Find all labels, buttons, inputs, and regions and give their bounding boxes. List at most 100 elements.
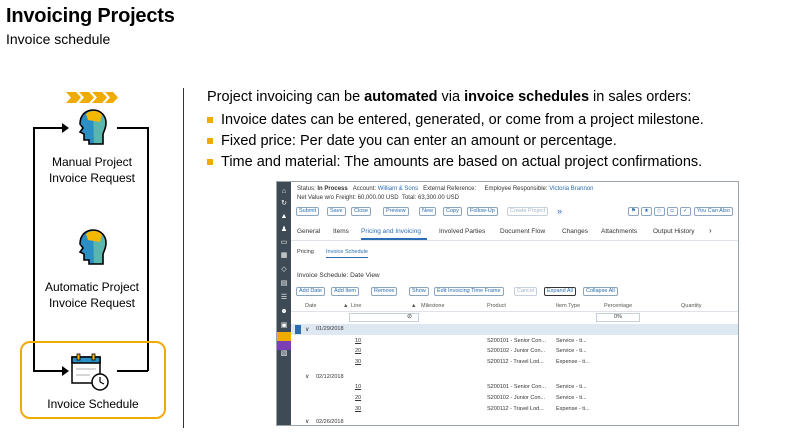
- col-percentage[interactable]: Percentage: [604, 303, 632, 309]
- product-cell: S200101 - Senior Con...: [487, 384, 547, 390]
- tag-icon[interactable]: ◇: [280, 266, 288, 274]
- col-product[interactable]: Product: [487, 303, 506, 309]
- tab-changes[interactable]: Changes: [562, 228, 588, 235]
- check-icon[interactable]: ✓: [680, 207, 691, 216]
- sales-order-screenshot: ⌂ ↻ ▲ ♟ ▭ ▦ ◇ ▤ ☰ ☻ ▣ ▧ Status: In Proce…: [276, 181, 739, 426]
- chevron-down-icon[interactable]: ∨: [305, 326, 309, 333]
- flow-connector: [33, 127, 63, 129]
- active-subtab-indicator: [326, 257, 368, 258]
- tab-output-history[interactable]: Output History: [653, 228, 695, 235]
- col-quantity[interactable]: Quantity: [681, 303, 701, 309]
- tag-icon[interactable]: ◇: [654, 207, 665, 216]
- col-line[interactable]: Line: [351, 303, 361, 309]
- link-icon[interactable]: ⊘: [407, 313, 412, 320]
- percentage-filter-input[interactable]: 0%: [596, 313, 640, 322]
- table-group-row[interactable]: ∨ 01/29/2018: [291, 324, 738, 335]
- bullet-item: Fixed price: Per date you can enter an a…: [207, 130, 704, 151]
- line-link[interactable]: 20: [355, 395, 361, 401]
- remove-button[interactable]: Remove: [371, 287, 398, 296]
- product-cell: S200101 - Senior Con...: [487, 338, 547, 344]
- line-link[interactable]: 30: [355, 406, 361, 412]
- expand-all-button[interactable]: Expand All: [544, 287, 576, 296]
- header-values-line: Net Value w/o Freight: 60,000.00 USD Tot…: [297, 195, 460, 201]
- col-date[interactable]: Date: [305, 303, 317, 309]
- process-chevron-icon: [66, 92, 118, 103]
- star-icon[interactable]: ★: [641, 207, 652, 216]
- header-status-line: Status: In Process Account: William & So…: [297, 186, 594, 192]
- group-date: 02/12/2018: [316, 374, 344, 380]
- cancel-button[interactable]: Cancel: [514, 287, 538, 296]
- tab-attachments[interactable]: Attachments: [601, 228, 637, 235]
- chevron-down-icon[interactable]: ∨: [305, 373, 309, 380]
- list-icon[interactable]: ☰: [280, 294, 288, 302]
- chart-icon[interactable]: ▲: [280, 213, 288, 221]
- tab-involved-parties[interactable]: Involved Parties: [439, 228, 485, 235]
- tabs-overflow-icon[interactable]: ›: [709, 226, 712, 235]
- edit-time-frame-button[interactable]: Edit Invoicing Time Frame: [434, 287, 504, 296]
- product-cell: S200102 - Junior Con...: [487, 348, 546, 354]
- building-icon[interactable]: ▦: [280, 252, 288, 260]
- col-milestone[interactable]: Milestone: [421, 303, 445, 309]
- nav-highlight: [277, 341, 291, 350]
- item-type-cell: Expense - ti...: [556, 406, 590, 412]
- subtab-pricing[interactable]: Pricing: [297, 249, 314, 255]
- group-date: 01/29/2018: [316, 326, 344, 332]
- link-icon[interactable]: ⊂: [667, 207, 678, 216]
- person-icon: [78, 229, 107, 265]
- header-divider: [291, 311, 738, 312]
- line-link[interactable]: 20: [355, 348, 361, 354]
- line-link[interactable]: 30: [355, 359, 361, 365]
- save-button[interactable]: Save: [327, 207, 346, 216]
- people-icon[interactable]: ♟: [280, 226, 288, 234]
- tab-items[interactable]: Items: [333, 228, 349, 235]
- flow-connector: [117, 127, 148, 129]
- bullet-icon: [207, 158, 213, 165]
- chevron-down-icon[interactable]: ∨: [305, 418, 309, 425]
- item-type-cell: Service - ti...: [556, 348, 587, 354]
- invoice-schedule-label: Invoice Schedule: [47, 397, 139, 411]
- calendar-icon[interactable]: ▣: [280, 322, 288, 330]
- home-icon[interactable]: ⌂: [280, 188, 288, 196]
- submit-button[interactable]: Submit: [296, 207, 320, 216]
- follow-up-button[interactable]: Follow-Up: [467, 207, 498, 216]
- new-button[interactable]: New: [419, 207, 437, 216]
- flow-connector: [147, 127, 149, 371]
- person-icon: [78, 109, 107, 145]
- add-item-button[interactable]: Add Item: [331, 287, 360, 296]
- slide-title: Invoicing Projects: [6, 5, 175, 27]
- report-icon[interactable]: ▧: [280, 350, 288, 358]
- col-sort-icon[interactable]: ▲: [411, 303, 416, 309]
- create-project-button[interactable]: Create Project: [507, 207, 549, 216]
- folder-icon[interactable]: ▤: [280, 280, 288, 288]
- selected-row-marker: [295, 325, 301, 334]
- bullet-icon: [207, 116, 213, 123]
- col-item-type[interactable]: Item Type: [556, 303, 580, 309]
- col-sort-icon[interactable]: ▲: [343, 303, 348, 309]
- line-link[interactable]: 10: [355, 338, 361, 344]
- group-icon[interactable]: ☻: [280, 308, 288, 316]
- bullet-icon: [207, 137, 213, 144]
- more-actions-icon[interactable]: »: [557, 206, 562, 216]
- subtab-invoice-schedule[interactable]: Invoice Schedule: [326, 249, 368, 255]
- intro-text: Project invoicing can be automated via i…: [207, 89, 692, 105]
- preview-button[interactable]: Preview: [383, 207, 409, 216]
- collapse-all-button[interactable]: Collapse All: [583, 287, 618, 296]
- flow-connector: [33, 127, 35, 371]
- document-icon[interactable]: ▭: [280, 239, 288, 247]
- copy-button[interactable]: Copy: [443, 207, 462, 216]
- show-button[interactable]: Show: [409, 287, 429, 296]
- automatic-invoice-request-label: Automatic Project Invoice Request: [44, 280, 140, 310]
- you-can-also-button[interactable]: You Can Also: [694, 207, 733, 216]
- flag-icon[interactable]: ⚑: [628, 207, 639, 216]
- line-link[interactable]: 10: [355, 384, 361, 390]
- product-cell: S200102 - Junior Con...: [487, 395, 546, 401]
- add-date-button[interactable]: Add Date: [296, 287, 325, 296]
- tab-document-flow[interactable]: Document Flow: [500, 228, 545, 235]
- item-type-cell: Service - ti...: [556, 395, 587, 401]
- tab-pricing-invoicing[interactable]: Pricing and Invoicing: [361, 228, 421, 235]
- bullet-item: Invoice dates can be entered, generated,…: [207, 109, 704, 130]
- tab-general[interactable]: General: [297, 228, 320, 235]
- refresh-icon[interactable]: ↻: [280, 200, 288, 208]
- close-button[interactable]: Close: [351, 207, 372, 216]
- bullet-item: Time and material: The amounts are based…: [207, 151, 704, 172]
